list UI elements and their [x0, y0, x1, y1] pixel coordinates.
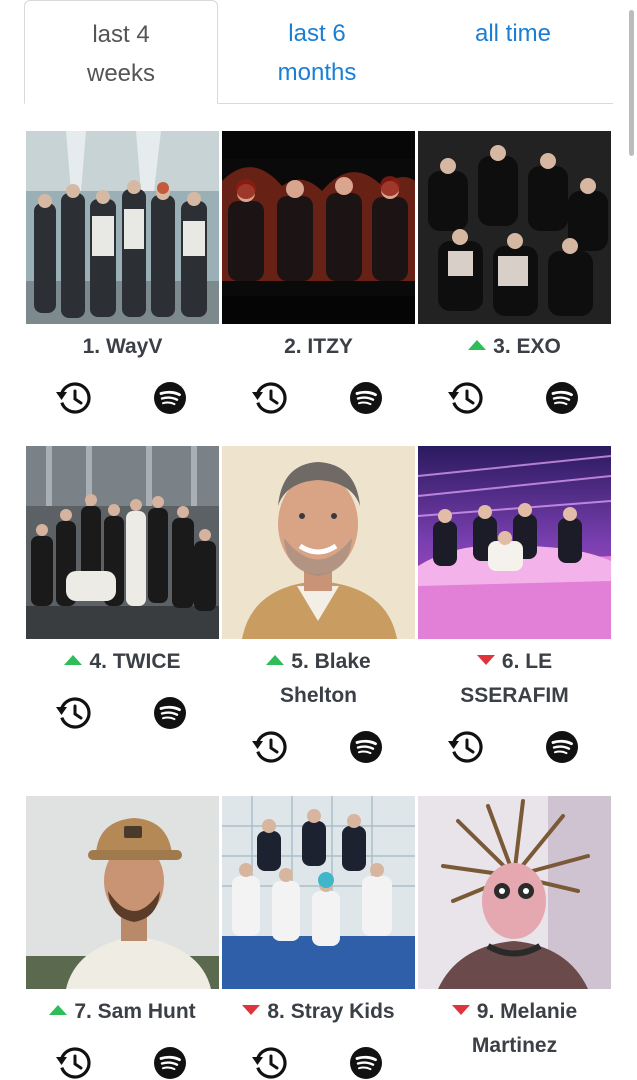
rank-up-icon: [64, 655, 83, 665]
artist-photo[interactable]: [222, 131, 415, 324]
artist-photo[interactable]: [418, 796, 611, 989]
artist-name-text: SSERAFIM: [460, 684, 569, 707]
artist-photo[interactable]: [26, 131, 219, 324]
artist-actions: [222, 730, 415, 764]
spotify-icon[interactable]: [546, 731, 578, 763]
artist-name-text: Martinez: [471, 1034, 558, 1057]
history-icon[interactable]: [252, 1046, 288, 1080]
tab-last-6-months[interactable]: last 6 months: [220, 0, 414, 104]
artist-name-text: 5. Blake: [291, 650, 371, 673]
artist-photo[interactable]: [222, 446, 415, 639]
artist-photo[interactable]: [418, 446, 611, 639]
scrollbar[interactable]: [629, 10, 634, 156]
artist-name-text: 8. Stray Kids: [267, 1000, 395, 1023]
tab-label: months: [277, 59, 357, 86]
artist-name[interactable]: 1. WayV: [22, 330, 223, 364]
spotify-icon[interactable]: [350, 731, 382, 763]
spotify-icon[interactable]: [154, 697, 186, 729]
rank-up-icon: [266, 655, 285, 665]
artist-actions: [418, 381, 611, 415]
artist-name-text: 9. Melanie: [476, 1000, 578, 1023]
history-icon[interactable]: [252, 381, 288, 415]
spotify-icon[interactable]: [350, 382, 382, 414]
tab-last-4-weeks[interactable]: last 4 weeks: [24, 0, 218, 104]
artist-name[interactable]: 4. TWICE: [22, 645, 223, 679]
history-icon[interactable]: [252, 730, 288, 764]
history-icon[interactable]: [448, 381, 484, 415]
rank-down-icon: [242, 1005, 261, 1015]
artist-name-text: 6. LE: [501, 650, 553, 673]
artist-actions: [26, 381, 219, 415]
artist-name-text: Shelton: [280, 684, 357, 707]
artist-name[interactable]: 5. Blake Shelton: [218, 645, 419, 713]
tab-label: weeks: [86, 60, 156, 87]
spotify-icon[interactable]: [350, 1047, 382, 1079]
spotify-icon[interactable]: [546, 382, 578, 414]
artist-name-text: 2. ITZY: [284, 335, 353, 358]
artist-name-text: 4. TWICE: [89, 650, 181, 673]
artist-actions: [26, 1046, 219, 1080]
history-icon[interactable]: [56, 696, 92, 730]
artist-name[interactable]: 8. Stray Kids: [218, 995, 419, 1029]
spotify-icon[interactable]: [154, 1047, 186, 1079]
artist-actions: [222, 381, 415, 415]
rank-up-icon: [49, 1005, 68, 1015]
artist-name[interactable]: 6. LE SSERAFIM: [414, 645, 615, 713]
artist-photo[interactable]: [26, 446, 219, 639]
artist-actions: [222, 1046, 415, 1080]
artist-name-text: 7. Sam Hunt: [74, 1000, 196, 1023]
artist-photo[interactable]: [26, 796, 219, 989]
tab-label: last 6: [288, 20, 346, 47]
artist-name[interactable]: 7. Sam Hunt: [22, 995, 223, 1029]
history-icon[interactable]: [56, 381, 92, 415]
rank-up-icon: [468, 340, 487, 350]
artist-name-text: 1. WayV: [82, 335, 163, 358]
tab-all-time[interactable]: all time: [416, 0, 610, 104]
artist-actions: [418, 730, 611, 764]
artist-actions: [26, 696, 219, 730]
artist-photo[interactable]: [418, 131, 611, 324]
history-icon[interactable]: [56, 1046, 92, 1080]
spotify-icon[interactable]: [154, 382, 186, 414]
artist-name[interactable]: 9. Melanie Martinez: [414, 995, 615, 1063]
tab-label: all time: [474, 20, 552, 47]
tab-label: last 4: [92, 21, 150, 48]
artist-name-text: 3. EXO: [493, 335, 561, 358]
history-icon[interactable]: [448, 730, 484, 764]
rank-down-icon: [476, 655, 495, 665]
time-range-tabs: last 4 weeks last 6 months all time: [24, 0, 613, 104]
artist-name[interactable]: 3. EXO: [414, 330, 615, 364]
rank-down-icon: [451, 1005, 470, 1015]
artist-photo[interactable]: [222, 796, 415, 989]
artist-name[interactable]: 2. ITZY: [218, 330, 419, 364]
